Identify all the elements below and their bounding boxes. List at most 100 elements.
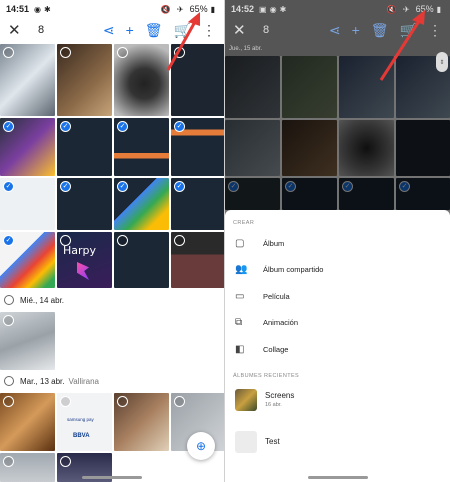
- photo-thumbnail[interactable]: [57, 44, 112, 116]
- option-collage[interactable]: ◧ Collage: [233, 336, 442, 363]
- bug-icon: ✱: [44, 4, 51, 14]
- select-circle[interactable]: [117, 235, 128, 246]
- shared-album-icon: 👥: [235, 264, 248, 276]
- left-screen: 14:51 ◉ ✱ 🔇 ✈ 65% ▮ ✕ 8 ⋖ + 🗑 🛒 ⋮ ✓ ✓ ✓ …: [0, 0, 225, 482]
- fast-scroll-handle[interactable]: ⇕: [436, 52, 448, 72]
- option-shared-album[interactable]: 👥 Álbum compartido: [233, 257, 442, 284]
- gallery-icon: ▣: [259, 4, 267, 14]
- checked-icon[interactable]: ✓: [117, 181, 128, 192]
- red-arrow-annotation: [379, 10, 425, 81]
- create-bottom-sheet: CREAR ▢ Álbum 👥 Álbum compartido ▭ Pelíc…: [225, 210, 450, 482]
- location-label: Vallirana: [68, 376, 100, 386]
- photo-thumbnail[interactable]: ✓: [57, 178, 112, 230]
- samsungpay-text: samsung pay: [67, 417, 94, 422]
- option-animation[interactable]: ⧉ Animación: [233, 310, 442, 337]
- battery-icon: ▮: [436, 4, 441, 14]
- checked-icon[interactable]: ✓: [174, 181, 185, 192]
- select-circle[interactable]: [117, 47, 128, 58]
- select-circle[interactable]: [117, 396, 128, 407]
- photo-thumbnail[interactable]: [0, 312, 55, 370]
- date-label: Mié., 14 abr.: [20, 295, 65, 305]
- selected-count: 8: [263, 24, 270, 36]
- album-name: Test: [265, 437, 280, 446]
- select-circle[interactable]: [60, 456, 71, 467]
- photo-thumbnail[interactable]: Harpy: [57, 232, 112, 288]
- photo-thumbnail[interactable]: ✓: [57, 118, 112, 176]
- selected-count: 8: [38, 24, 45, 36]
- movie-icon: ▭: [235, 290, 245, 302]
- notification-icon: ◉: [34, 4, 42, 14]
- option-album[interactable]: ▢ Álbum: [233, 230, 442, 257]
- album-icon: ▢: [235, 237, 245, 249]
- option-movie[interactable]: ▭ Película: [233, 283, 442, 310]
- checked-icon[interactable]: ✓: [174, 121, 185, 132]
- add-icon[interactable]: +: [352, 23, 360, 37]
- photo-thumbnail[interactable]: [0, 44, 55, 116]
- select-circle[interactable]: [60, 396, 71, 407]
- checked-icon[interactable]: ✓: [117, 121, 128, 132]
- bug-icon: ✱: [279, 4, 287, 14]
- recent-album-screens[interactable]: Screens 16 abr.: [233, 379, 442, 421]
- harpy-logo-icon: [77, 262, 89, 280]
- photo-thumbnail[interactable]: [114, 232, 169, 288]
- select-circle[interactable]: [3, 315, 14, 326]
- photo-thumbnail[interactable]: samsung pay BBVA: [57, 393, 112, 451]
- photo-thumbnail[interactable]: ✓: [0, 232, 55, 288]
- photo-thumbnail[interactable]: ✓: [171, 118, 224, 176]
- album-name: Screens: [265, 391, 295, 400]
- share-icon[interactable]: ⋖: [103, 23, 115, 37]
- album-date: 16 abr.: [265, 402, 282, 408]
- select-circle[interactable]: [3, 47, 14, 58]
- select-circle[interactable]: [60, 47, 71, 58]
- gesture-bar: [307, 476, 368, 479]
- select-circle[interactable]: [3, 456, 14, 467]
- status-time: 14:52: [231, 4, 255, 14]
- collage-icon: ◧: [235, 343, 245, 355]
- select-circle[interactable]: [174, 396, 185, 407]
- photo-thumbnail[interactable]: [0, 393, 55, 451]
- date-label: Mar., 13 abr.: [20, 376, 65, 386]
- option-label: Película: [263, 291, 290, 301]
- battery-icon: ▮: [210, 4, 215, 14]
- photo-thumbnail[interactable]: ✓: [114, 118, 169, 176]
- photo-thumbnail[interactable]: ✓: [0, 118, 55, 176]
- date-section-header[interactable]: Mié., 14 abr.: [0, 292, 224, 308]
- animation-icon: ⧉: [235, 317, 243, 329]
- status-time: 14:51: [6, 4, 30, 14]
- add-icon[interactable]: +: [126, 23, 134, 37]
- checked-icon[interactable]: ✓: [60, 121, 71, 132]
- select-day-circle[interactable]: [4, 295, 14, 305]
- close-icon[interactable]: ✕: [8, 21, 28, 39]
- checked-icon[interactable]: ✓: [3, 235, 14, 246]
- create-heading: CREAR: [233, 220, 255, 226]
- bbva-text: BBVA: [73, 433, 90, 439]
- photo-thumbnail[interactable]: ✓: [0, 178, 55, 230]
- share-icon[interactable]: ⋖: [329, 23, 341, 37]
- album-thumbnail: [235, 430, 257, 453]
- checked-icon[interactable]: ✓: [3, 121, 14, 132]
- select-circle[interactable]: [174, 235, 185, 246]
- date-section-header[interactable]: Mar., 13 abr. Vallirana: [0, 373, 224, 389]
- photo-thumbnail[interactable]: ✓: [114, 178, 169, 230]
- harpy-wordmark: Harpy: [63, 244, 97, 257]
- photo-thumbnail[interactable]: [171, 232, 224, 288]
- recent-album-test[interactable]: Test: [233, 421, 442, 463]
- zoom-in-button[interactable]: ⊕: [187, 432, 215, 460]
- photo-thumbnail[interactable]: [0, 453, 55, 482]
- select-day-circle[interactable]: [4, 376, 14, 386]
- option-label: Animación: [263, 318, 299, 328]
- option-label: Álbum compartido: [263, 265, 324, 275]
- notification-icon: ◉: [269, 4, 277, 14]
- zoom-in-icon: ⊕: [195, 439, 207, 453]
- close-icon[interactable]: ✕: [233, 21, 253, 39]
- album-thumbnail: [235, 388, 257, 411]
- select-circle[interactable]: [3, 396, 14, 407]
- checked-icon[interactable]: ✓: [3, 181, 14, 192]
- photo-thumbnail[interactable]: [114, 393, 169, 451]
- photo-thumbnail[interactable]: ✓: [171, 178, 224, 230]
- option-label: Álbum: [263, 238, 285, 248]
- gesture-bar: [82, 476, 142, 479]
- checked-icon[interactable]: ✓: [60, 181, 71, 192]
- red-arrow-annotation: [166, 12, 200, 71]
- option-label: Collage: [263, 344, 289, 354]
